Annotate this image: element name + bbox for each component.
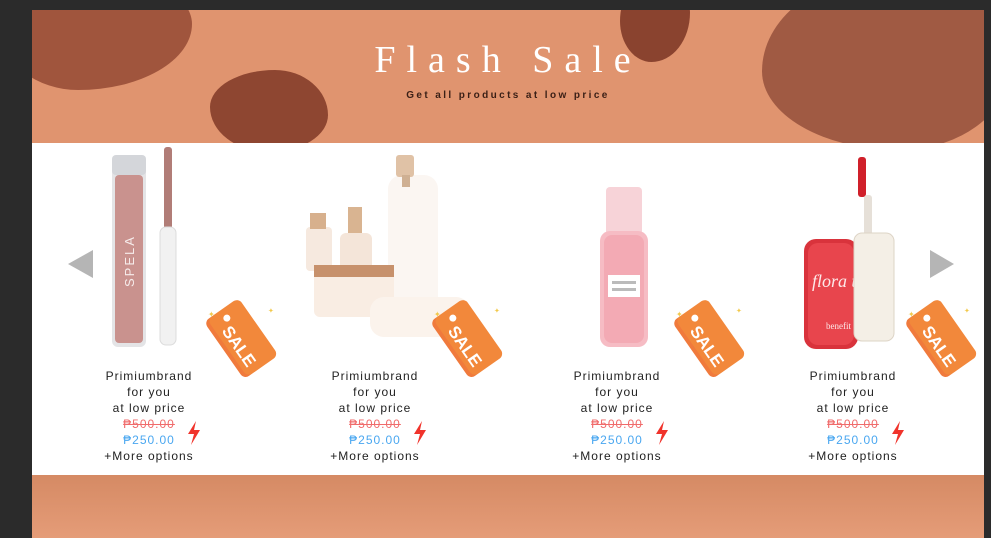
product-label-text: SPELA [122,235,137,287]
product-name-line: at low price [816,401,890,415]
product-card[interactable]: Primiumbrand for you at low price ₱500.0… [542,143,752,475]
svg-text:✦: ✦ [494,307,500,315]
sale-tag-icon: SALE ✦ ✦ [906,300,977,377]
product-card[interactable]: flora tint benefit Primiumbrand for you … [778,143,984,475]
product-name-line: for you [353,385,397,399]
sale-tag-icon: SALE ✦ ✦ [432,300,503,377]
more-options-link[interactable]: +More options [778,448,928,464]
brand-label-text: benefit [826,321,851,331]
sale-tag-icon: SALE ✦ ✦ [674,300,745,377]
product-card[interactable]: SPELA Primiumbrand for you at low price … [74,143,284,475]
flash-sale-banner: Flash Sale Get all products at low price [32,10,984,143]
lightning-icon [892,421,904,445]
product-name-line: at low price [112,401,186,415]
product-card[interactable]: Primiumbrand for you at low price ₱500.0… [300,143,510,475]
more-options-link[interactable]: +More options [300,448,450,464]
more-options-link[interactable]: +More options [74,448,224,464]
svg-text:✦: ✦ [964,307,970,315]
svg-text:✦: ✦ [676,310,683,319]
footer-band [32,475,984,538]
lightning-icon [188,421,200,445]
product-name-line: at low price [580,401,654,415]
lightning-icon [656,421,668,445]
svg-text:✦: ✦ [736,307,742,315]
banner-subtitle: Get all products at low price [406,90,610,101]
svg-text:✦: ✦ [208,310,215,319]
lightning-icon [414,421,426,445]
product-name-line: for you [127,385,171,399]
sale-tag-icon: SALE ✦ ✦ [206,300,277,377]
product-name-line: for you [595,385,639,399]
flash-sale-frame: Flash Sale Get all products at low price… [32,10,984,538]
product-carousel: SPELA Primiumbrand for you at low price … [32,143,984,475]
svg-text:✦: ✦ [268,307,274,315]
product-name-line: at low price [338,401,412,415]
banner-title: Flash Sale [374,39,642,81]
more-options-link[interactable]: +More options [542,448,692,464]
svg-text:✦: ✦ [908,310,915,319]
product-name-line: for you [831,385,875,399]
svg-text:✦: ✦ [434,310,441,319]
